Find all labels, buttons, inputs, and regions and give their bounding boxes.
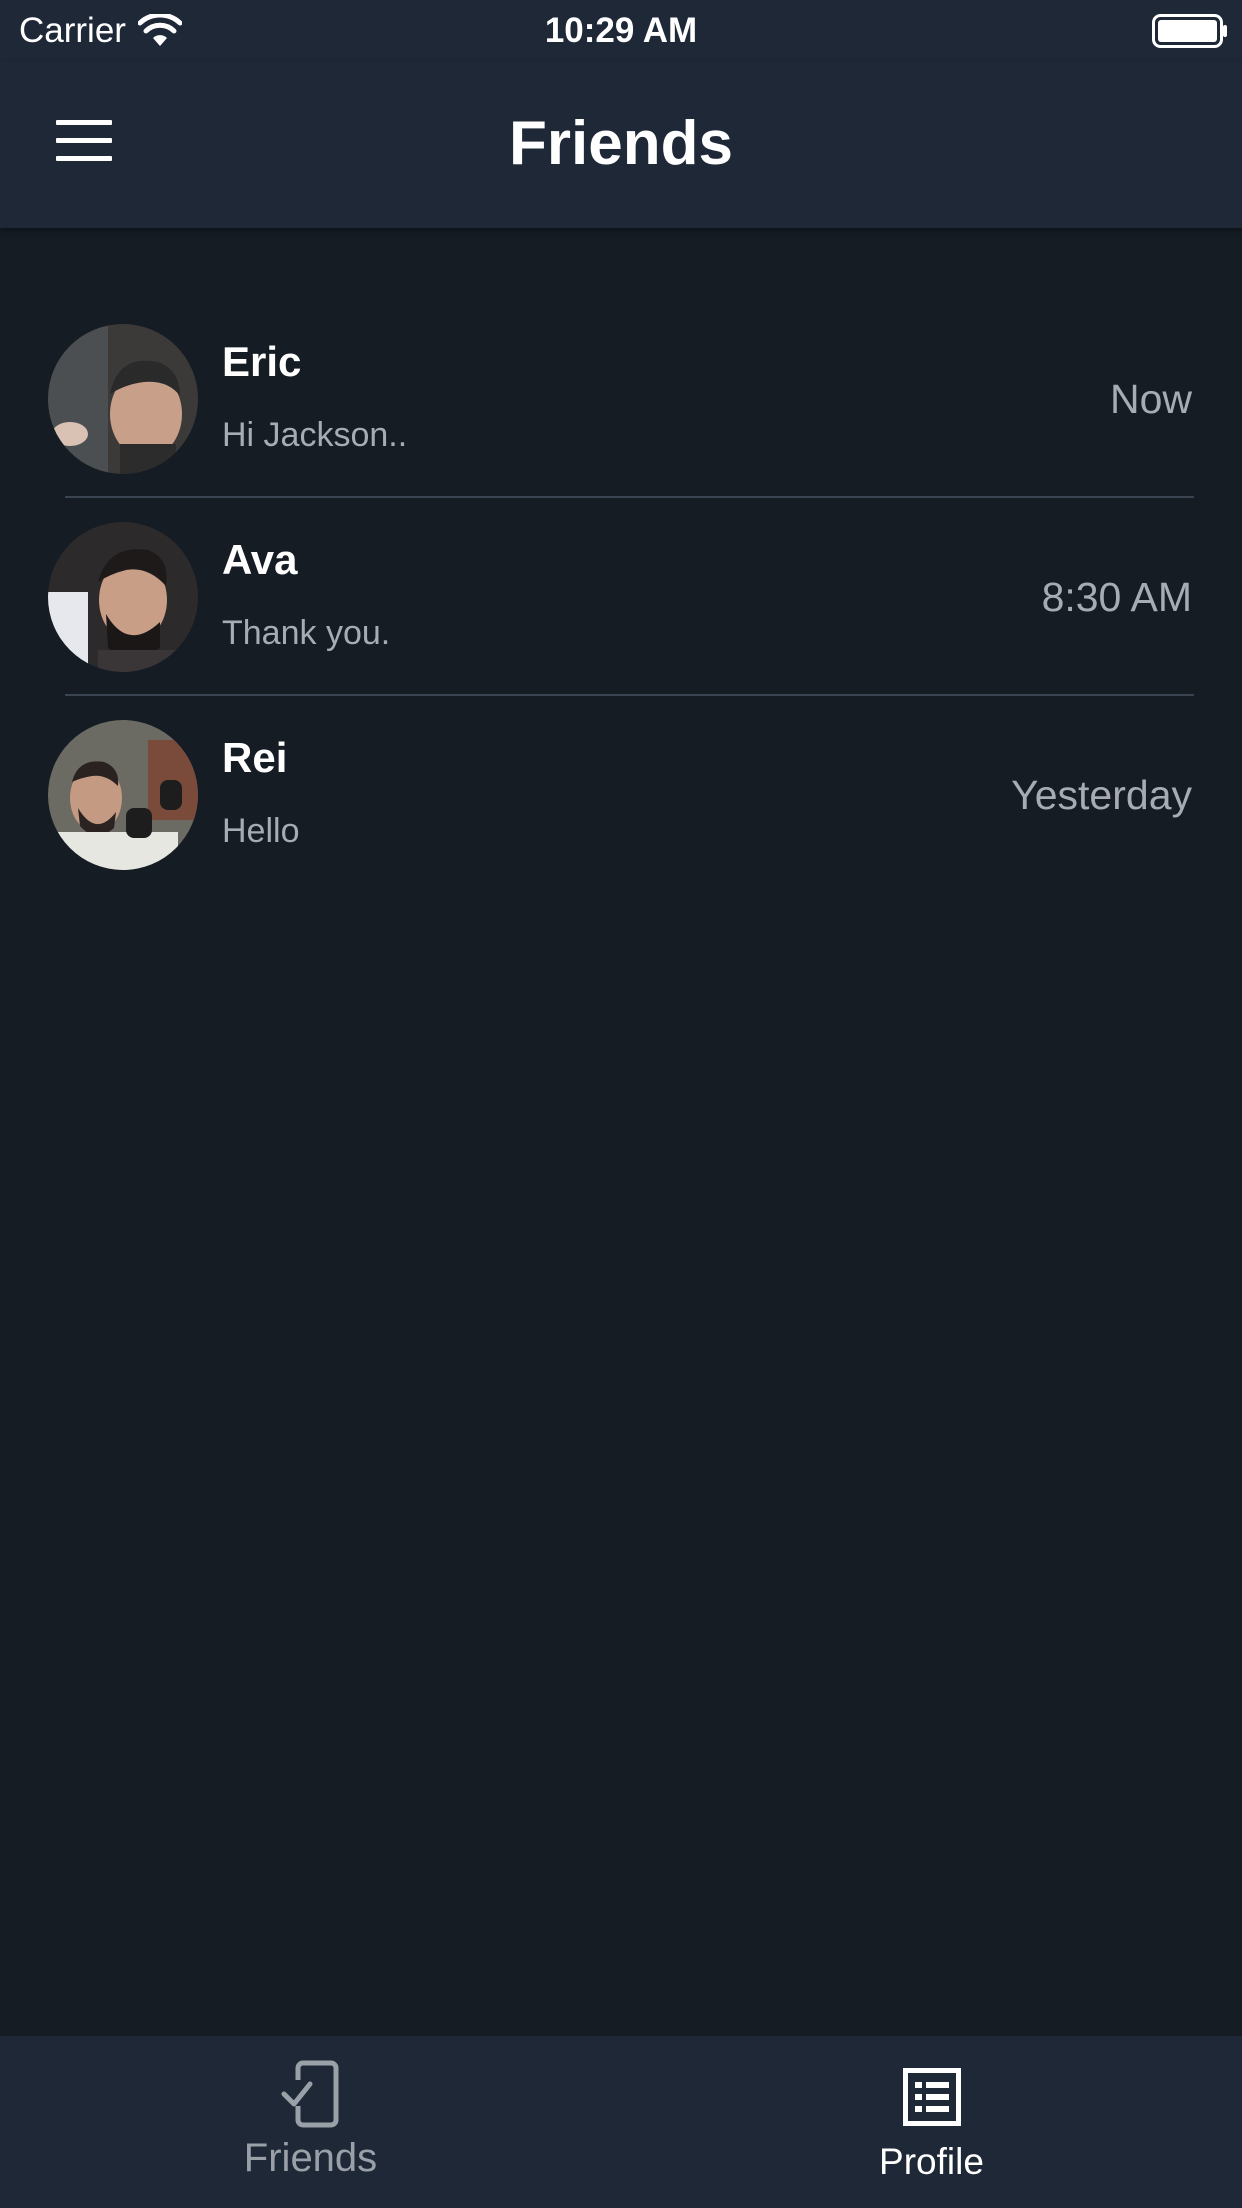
tab-label: Friends xyxy=(243,2136,378,2180)
navigation-bar: Friends xyxy=(0,62,1242,228)
message-time: Yesterday xyxy=(1011,772,1192,818)
clock: 10:29 AM xyxy=(544,11,698,50)
list-item-eric[interactable]: Eric Hi Jackson.. Now xyxy=(0,300,1242,498)
phone-check-icon xyxy=(281,2060,338,2128)
contact-name: Ava xyxy=(222,536,298,583)
battery-icon xyxy=(1152,14,1227,48)
contact-name: Eric xyxy=(222,338,302,385)
contact-name: Rei xyxy=(222,734,288,781)
message-preview: Hi Jackson.. xyxy=(222,416,408,454)
message-time: Now xyxy=(1109,376,1192,422)
tab-profile[interactable]: Profile xyxy=(621,2036,1242,2208)
page-title: Friends xyxy=(509,109,733,178)
list-document-icon xyxy=(902,2068,961,2126)
avatar xyxy=(48,720,198,870)
friends-screen: Carrier 10:29 AM Friends Eric Hi Jackson… xyxy=(0,0,1242,2208)
friends-list: Eric Hi Jackson.. Now Ava Thank you. 8:3… xyxy=(0,300,1242,894)
message-time: 8:30 AM xyxy=(1041,574,1192,620)
tab-label: Profile xyxy=(879,2141,984,2182)
avatar xyxy=(48,522,198,672)
list-item-rei[interactable]: Rei Hello Yesterday xyxy=(0,696,1242,894)
avatar xyxy=(48,324,198,474)
tab-bar: Friends Profile xyxy=(0,2036,1242,2208)
status-bar: Carrier 10:29 AM xyxy=(0,0,1242,62)
list-item-ava[interactable]: Ava Thank you. 8:30 AM xyxy=(0,498,1242,696)
message-preview: Hello xyxy=(222,812,300,850)
tab-friends[interactable]: Friends xyxy=(0,2036,621,2208)
message-preview: Thank you. xyxy=(222,614,391,652)
